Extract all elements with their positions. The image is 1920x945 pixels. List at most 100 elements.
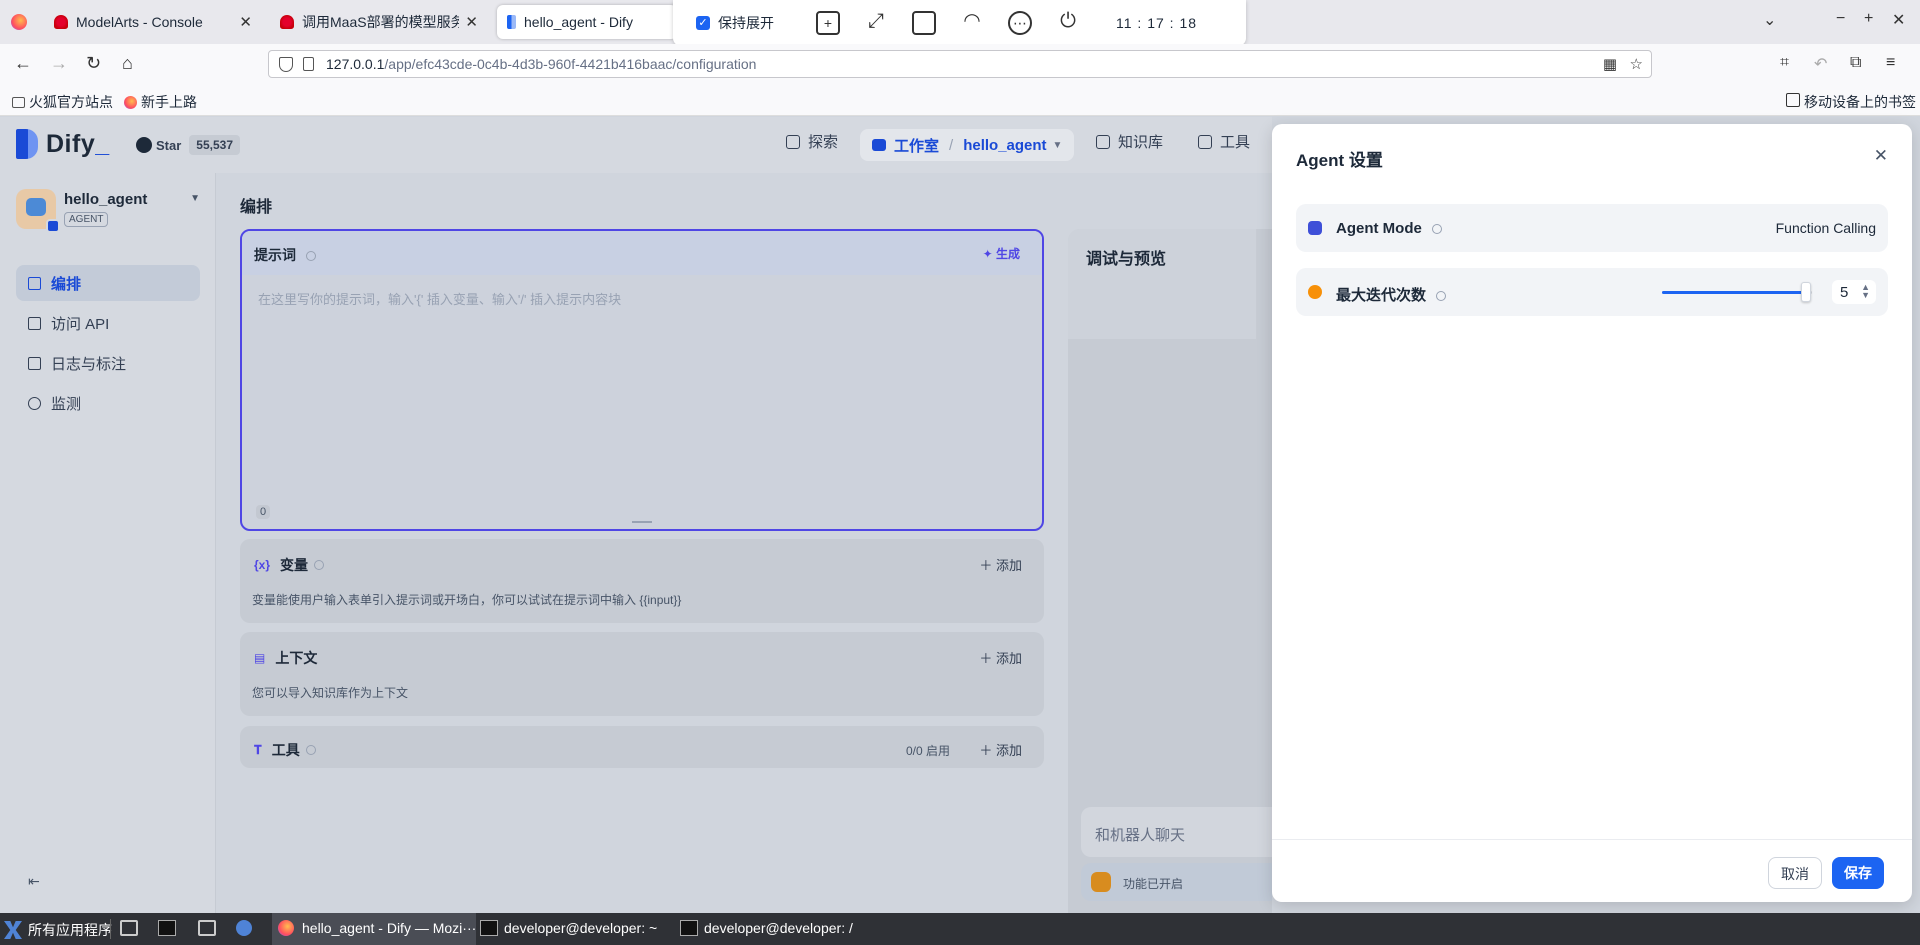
- tab-maas[interactable]: 调用MaaS部署的模型服务_/ ✕: [270, 5, 488, 39]
- tab-title: ModelArts - Console: [76, 14, 203, 30]
- chevron-down-icon[interactable]: ▼: [1053, 140, 1063, 151]
- firefox-icon[interactable]: [11, 14, 27, 30]
- tab-dify[interactable]: hello_agent - Dify: [497, 5, 677, 39]
- tab-modelarts[interactable]: ModelArts - Console ✕: [44, 5, 262, 39]
- bookmark-label: 火狐官方站点: [29, 94, 113, 110]
- iteration-icon: [1308, 285, 1322, 299]
- bookmark-star-icon[interactable]: ☆: [1630, 55, 1643, 73]
- power-icon[interactable]: ⏻: [1056, 11, 1080, 35]
- taskbar-separator: [110, 919, 111, 939]
- maximize-icon[interactable]: +: [1864, 10, 1873, 28]
- context-card: ▤ 上下文 ＋ 添加 您可以导入知识库作为上下文: [240, 632, 1044, 716]
- resize-handle[interactable]: [632, 521, 652, 523]
- add-variable-button[interactable]: ＋ 添加: [979, 555, 1022, 574]
- info-icon[interactable]: [305, 251, 316, 262]
- tools-title: 𝐓 工具: [254, 740, 316, 760]
- chevron-down-icon[interactable]: ▼: [190, 193, 200, 204]
- nav-tools[interactable]: 工具: [1198, 131, 1250, 152]
- url-bar[interactable]: 127.0.0.1 /app/efc43cde-0c4b-4d3b-960f-4…: [268, 50, 1652, 78]
- bookmark-label: 新手上路: [141, 94, 197, 110]
- menu-icon[interactable]: ≡: [1886, 54, 1895, 72]
- info-icon[interactable]: [1432, 224, 1442, 235]
- collapse-sidebar-icon[interactable]: ⇤: [28, 873, 40, 890]
- app-card[interactable]: hello_agent AGENT ▼: [16, 189, 200, 233]
- taskbar: 所有应用程序 hello_agent - Dify — Mozi··· deve…: [0, 913, 1920, 945]
- save-button[interactable]: 保存: [1832, 857, 1884, 889]
- info-icon[interactable]: [1436, 291, 1447, 302]
- wifi-icon[interactable]: ◠: [960, 11, 984, 35]
- minimize-icon[interactable]: −: [1836, 10, 1845, 28]
- add-context-button[interactable]: ＋ 添加: [979, 648, 1022, 667]
- generate-button[interactable]: ✦ 生成: [983, 245, 1020, 262]
- sidebar-item-monitor[interactable]: 监测: [16, 385, 200, 421]
- dify-page: Dify _ Star 55,537 探索 工作室 / hello_agent …: [0, 117, 1920, 913]
- logo-text: Dify: [46, 129, 96, 158]
- max-iterations-label: 最大迭代次数: [1336, 284, 1447, 305]
- current-app-label[interactable]: hello_agent: [963, 137, 1046, 154]
- add-tool-button[interactable]: ＋ 添加: [979, 740, 1022, 759]
- bookmark-firefox-site[interactable]: 火狐官方站点: [12, 92, 113, 112]
- bookmark-mobile[interactable]: 移动设备上的书签: [1786, 92, 1916, 112]
- dify-favicon-icon: [507, 15, 516, 29]
- bookmark-getting-started[interactable]: 新手上路: [124, 92, 197, 112]
- close-icon[interactable]: ✕: [465, 13, 478, 31]
- remote-toolbar: ✓ 保持展开 + ⤢ ◠ ⋯ ⏻ 11 : 17 : 18: [673, 0, 1246, 46]
- screen-icon[interactable]: [912, 11, 936, 35]
- taskbar-window-terminal-home[interactable]: developer@developer: ~: [480, 920, 657, 936]
- forward-icon[interactable]: →: [50, 53, 68, 74]
- chat-placeholder: 和机器人聊天: [1095, 827, 1186, 844]
- window-close-icon[interactable]: ✕: [1892, 10, 1905, 30]
- sidebar-item-orchestrate[interactable]: 编排: [16, 265, 200, 301]
- back-icon[interactable]: ←: [14, 53, 32, 74]
- features-bar[interactable]: 功能已开启: [1081, 863, 1272, 901]
- sidebar-item-api[interactable]: 访问 API: [16, 305, 200, 341]
- nav-studio[interactable]: 工作室 / hello_agent ▼: [860, 129, 1075, 161]
- qr-code-icon[interactable]: ▦: [1603, 55, 1617, 73]
- terminal-launcher[interactable]: [158, 920, 182, 936]
- taskbar-window-firefox[interactable]: hello_agent - Dify — Mozi···: [278, 920, 476, 936]
- info-icon[interactable]: [305, 745, 316, 755]
- sidebar-item-label: 编排: [51, 275, 82, 293]
- max-iterations-slider[interactable]: [1662, 282, 1812, 302]
- stepper-arrows-icon[interactable]: ▲ ▼: [1861, 283, 1870, 300]
- extensions-icon[interactable]: ⧉: [1850, 54, 1861, 72]
- reload-icon[interactable]: ↻: [86, 53, 101, 74]
- prompt-editor[interactable]: 提示词 ✦ 生成 在这里写你的提示词，输入'{' 插入变量、输入'/' 插入提示…: [240, 229, 1044, 531]
- show-desktop-button[interactable]: [120, 920, 144, 936]
- more-icon[interactable]: ⋯: [1008, 11, 1032, 35]
- folder-icon: [198, 920, 216, 936]
- stepper-value[interactable]: 5: [1840, 284, 1848, 301]
- files-launcher[interactable]: [198, 920, 222, 936]
- github-star-button[interactable]: Star 55,537: [136, 133, 240, 157]
- page-info-icon[interactable]: [303, 57, 314, 71]
- start-menu-button[interactable]: 所有应用程序: [4, 920, 112, 940]
- add-icon[interactable]: +: [816, 11, 840, 35]
- terminal-icon: [28, 316, 41, 330]
- home-icon[interactable]: ⌂: [122, 53, 133, 74]
- sidebar-item-logs[interactable]: 日志与标注: [16, 345, 200, 381]
- undo-icon[interactable]: ↶: [1814, 54, 1827, 74]
- tab-list-icon[interactable]: ⌄: [1763, 10, 1776, 30]
- crop-icon[interactable]: ⌗: [1780, 54, 1789, 72]
- card-title-label: 上下文: [275, 650, 318, 666]
- fullscreen-icon[interactable]: ⤢: [864, 11, 888, 35]
- browser-launcher[interactable]: [236, 920, 260, 936]
- taskbar-window-terminal-root[interactable]: developer@developer: /: [680, 920, 853, 936]
- variable-icon: {x}: [254, 558, 271, 572]
- info-icon[interactable]: [314, 560, 325, 570]
- nav-explore[interactable]: 探索: [786, 131, 838, 152]
- tool-icon: 𝐓: [254, 742, 262, 757]
- mobile-icon: [1786, 93, 1800, 107]
- max-iterations-stepper[interactable]: 5 ▲ ▼: [1832, 280, 1876, 304]
- close-icon[interactable]: ✕: [239, 13, 252, 31]
- slider-handle[interactable]: [1801, 282, 1811, 302]
- chat-input[interactable]: 和机器人聊天: [1081, 807, 1272, 857]
- keep-expanded-checkbox[interactable]: ✓: [696, 16, 710, 30]
- cancel-button[interactable]: 取消: [1768, 857, 1822, 889]
- shield-icon[interactable]: [279, 56, 293, 72]
- close-icon[interactable]: ✕: [1874, 146, 1888, 166]
- nav-knowledge[interactable]: 知识库: [1096, 131, 1163, 152]
- dify-logo[interactable]: Dify _: [16, 129, 110, 159]
- prompt-placeholder[interactable]: 在这里写你的提示词，输入'{' 插入变量、输入'/' 插入提示内容块: [258, 289, 621, 308]
- debug-preview-panel: 调试与预览 和机器人聊天 功能已开启: [1068, 229, 1272, 913]
